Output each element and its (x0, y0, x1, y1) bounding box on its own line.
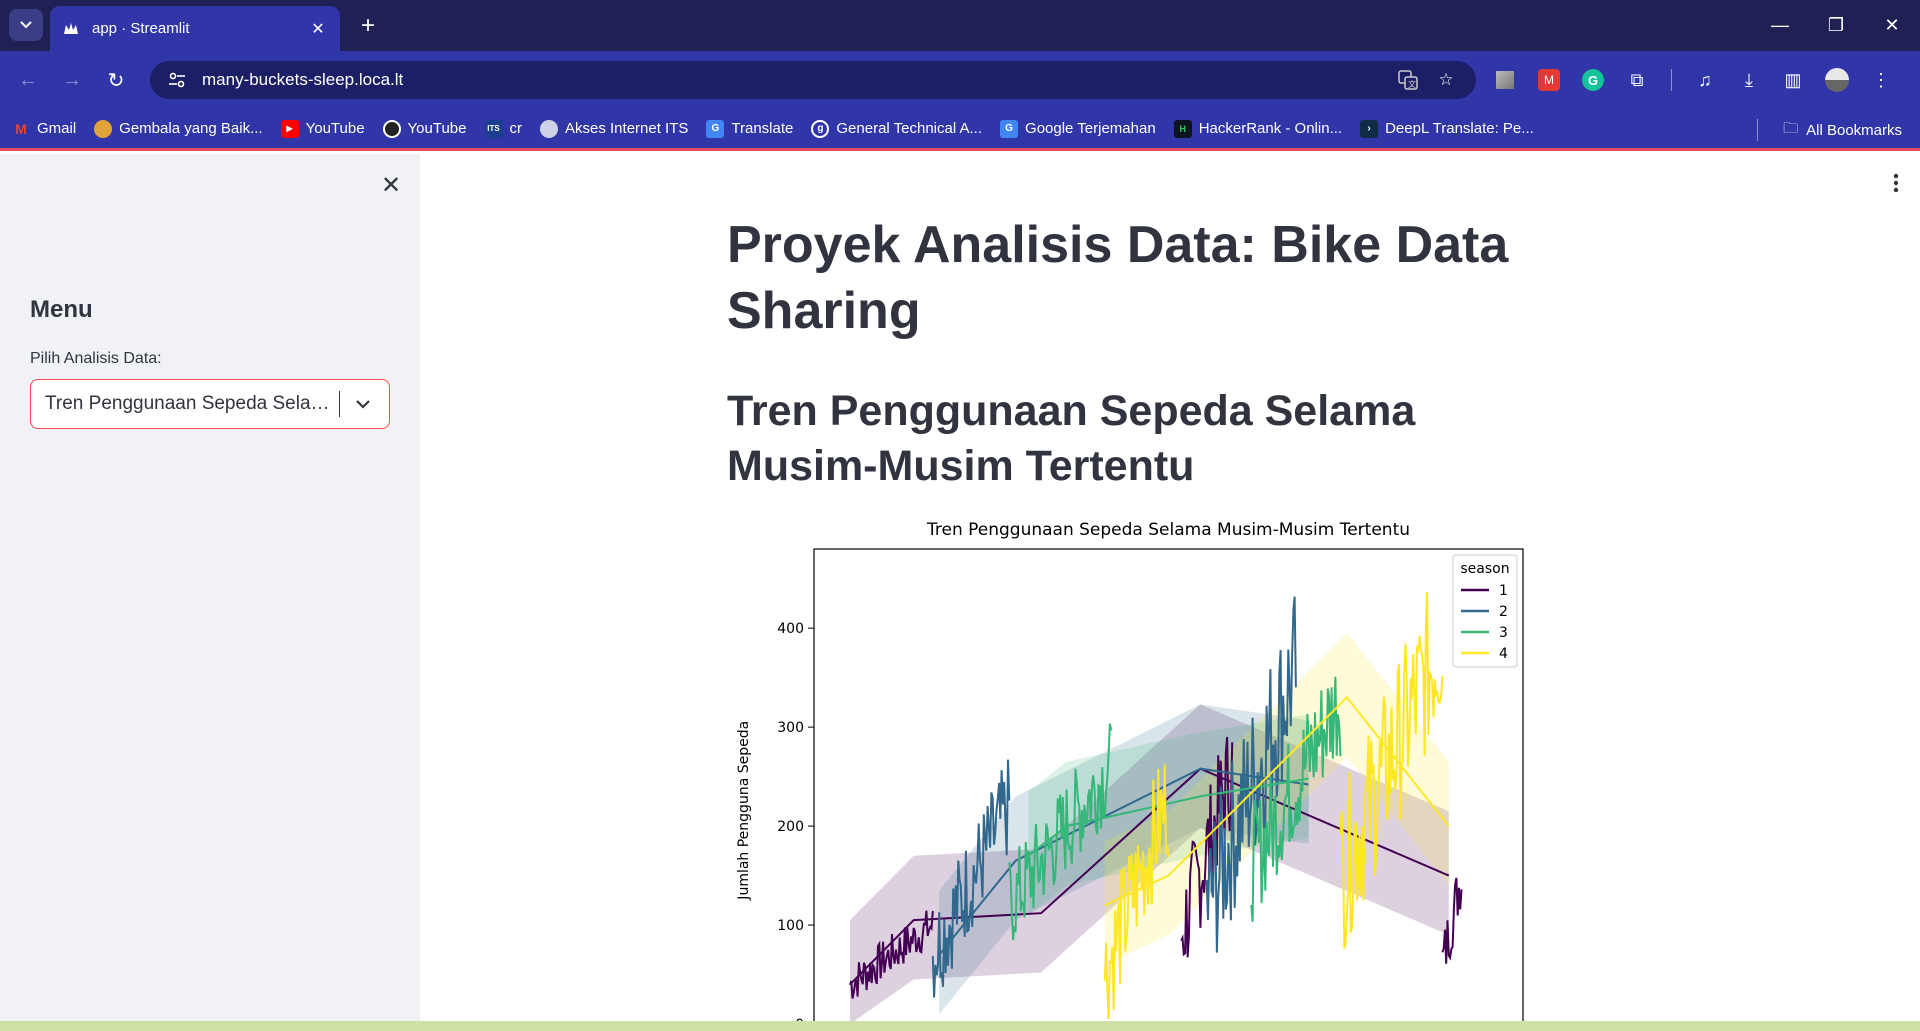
y-tick-label: 400 (777, 621, 804, 637)
bookmarks-bar: M Gmail Gembala yang Baik... ▶ YouTube Y… (0, 109, 1920, 151)
g-circle-icon: g (811, 119, 830, 138)
profile-avatar[interactable] (1822, 65, 1852, 95)
bookmark-star-icon[interactable]: ☆ (1432, 66, 1460, 94)
bookmark-label: YouTube (407, 120, 467, 137)
bookmark-label: DeepL Translate: Pe... (1385, 120, 1534, 137)
bookmark-translate[interactable]: G Translate (706, 119, 794, 138)
translate-page-icon[interactable]: 文 (1394, 66, 1422, 94)
chart-title: Tren Penggunaan Sepeda Selama Musim-Musi… (926, 520, 1410, 540)
address-bar[interactable]: many-buckets-sleep.loca.lt 文 ☆ (150, 61, 1476, 99)
season-trend-chart: Tren Penggunaan Sepeda Selama Musim-Musi… (736, 520, 1524, 1021)
page-title: Proyek Analisis Data: Bike Data Sharing (727, 216, 1509, 340)
bookmark-label: General Technical A... (836, 120, 983, 137)
svg-text:文: 文 (1408, 79, 1416, 89)
bookmark-deepl[interactable]: › DeepL Translate: Pe... (1360, 119, 1534, 138)
chevron-down-icon[interactable] (340, 380, 386, 428)
tab-close-icon[interactable]: ✕ (308, 19, 328, 39)
tab-title: app · Streamlit (92, 20, 190, 37)
extensions-puzzle-icon[interactable]: ⧉ (1622, 65, 1652, 95)
close-window-icon[interactable]: ✕ (1864, 0, 1920, 51)
bookmark-gmail[interactable]: M Gmail (12, 120, 76, 138)
circle-site-icon (382, 119, 401, 138)
bookmark-general-technical[interactable]: g General Technical A... (811, 119, 983, 138)
bookmark-google-terjemahan[interactable]: G Google Terjemahan (1000, 119, 1156, 138)
forward-icon[interactable]: → (56, 64, 88, 96)
bookmark-gembala[interactable]: Gembala yang Baik... (94, 119, 263, 138)
new-tab-button[interactable]: + (354, 12, 382, 40)
bookmark-label: Translate (731, 120, 794, 137)
grammarly-icon[interactable]: G (1578, 65, 1608, 95)
streamlit-favicon-icon (62, 20, 80, 38)
extension-grey-icon[interactable] (1490, 65, 1520, 95)
y-tick-label: 300 (777, 720, 804, 736)
y-axis-label: Jumlah Pengguna Sepeda (736, 721, 752, 901)
bookmark-akses-internet[interactable]: Akses Internet ITS (540, 119, 689, 138)
bookmark-label: Gmail (37, 120, 77, 137)
app-menu-icon[interactable] (1884, 168, 1908, 198)
google-translate-icon: G (706, 119, 725, 138)
reload-icon[interactable]: ↻ (100, 64, 132, 96)
close-sidebar-icon[interactable]: ✕ (378, 172, 404, 199)
chevron-down-icon (20, 21, 32, 29)
bookmark-cr[interactable]: ITS cr (484, 119, 523, 138)
sidebar: ✕ Menu Pilih Analisis Data: Tren Penggun… (0, 154, 420, 1021)
browser-menu-icon[interactable]: ⋮ (1866, 65, 1896, 95)
gmail-icon: M (15, 120, 27, 137)
selectbox-value: Tren Penggunaan Sepeda Selama Musim-Musi… (45, 393, 337, 414)
tab-search-button[interactable] (9, 9, 43, 41)
bookmark-label: YouTube (305, 120, 365, 137)
legend-label-season-3: 3 (1499, 625, 1508, 641)
media-control-icon[interactable]: ♫ (1690, 65, 1720, 95)
minimize-icon[interactable]: — (1752, 0, 1808, 51)
active-tab[interactable]: app · Streamlit ✕ (50, 6, 340, 51)
bookmark-label: HackerRank - Onlin... (1198, 120, 1343, 137)
url-text: many-buckets-sleep.loca.lt (202, 70, 404, 89)
folder-icon: 🗀 (1783, 119, 1799, 137)
main-content: Proyek Analisis Data: Bike Data Sharing … (420, 154, 1920, 1021)
all-bookmarks-button[interactable]: 🗀 All Bookmarks (1783, 109, 1902, 151)
browser-toolbar: ← → ↻ many-buckets-sleep.loca.lt 文 ☆ M G… (0, 51, 1920, 109)
folder-site-icon (94, 119, 113, 138)
google-translate-icon: G (1000, 119, 1019, 138)
back-icon[interactable]: ← (12, 64, 44, 96)
globe-icon (540, 119, 558, 138)
y-tick-label: 200 (777, 819, 804, 835)
restore-icon[interactable]: ❐ (1808, 0, 1864, 51)
y-tick-label: 100 (777, 918, 804, 934)
legend-label-season-2: 2 (1499, 604, 1508, 620)
legend-label-season-4: 4 (1499, 646, 1508, 662)
bookmark-label: Akses Internet ITS (565, 120, 689, 137)
page-subheader: Tren Penggunaan Sepeda Selama Musim-Musi… (727, 387, 1416, 490)
bookmark-label: Gembala yang Baik... (119, 120, 263, 137)
site-info-icon[interactable] (166, 69, 188, 91)
youtube-icon: ▶ (280, 119, 299, 138)
bookmark-hackerrank[interactable]: H HackerRank - Onlin... (1173, 119, 1343, 138)
download-icon[interactable]: ⤓ (1734, 65, 1764, 95)
sidebar-menu-title: Menu (30, 296, 93, 323)
browser-tab-strip: app · Streamlit ✕ + — ❐ ✕ (0, 0, 1920, 51)
hackerrank-icon: H (1173, 119, 1192, 138)
bookmark-label: Google Terjemahan (1025, 120, 1156, 137)
all-bookmarks-label: All Bookmarks (1806, 121, 1902, 139)
bookmark-youtube-2[interactable]: YouTube (382, 119, 467, 138)
os-taskbar-edge (0, 1021, 1920, 1031)
deepl-icon: › (1360, 119, 1379, 138)
bookmark-label: cr (509, 120, 523, 137)
bookmark-youtube[interactable]: ▶ YouTube (280, 119, 365, 138)
analysis-selectbox[interactable]: Tren Penggunaan Sepeda Selama Musim-Musi… (30, 379, 390, 429)
window-controls: — ❐ ✕ (1752, 0, 1920, 51)
side-panel-icon[interactable]: ▥ (1778, 65, 1808, 95)
legend-title: season (1460, 561, 1509, 577)
its-icon: ITS (484, 119, 503, 138)
select-label: Pilih Analisis Data: (30, 350, 162, 367)
toolbar-divider (1666, 65, 1676, 95)
legend-label-season-1: 1 (1499, 583, 1508, 599)
extensions-row: M G ⧉ ♫ ⤓ ▥ ⋮ (1490, 61, 1896, 99)
extension-red-icon[interactable]: M (1534, 65, 1564, 95)
bookmarks-divider (1757, 119, 1758, 141)
